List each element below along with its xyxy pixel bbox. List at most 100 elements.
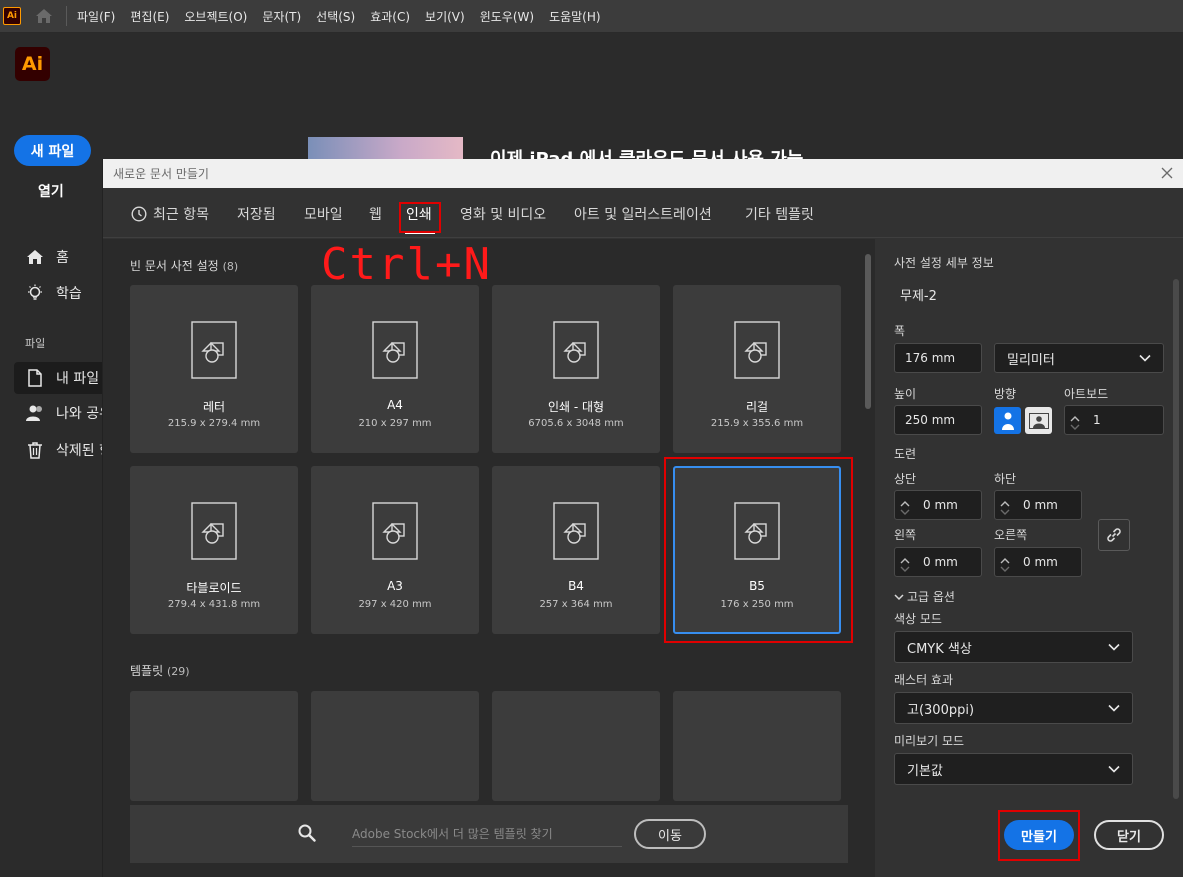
preset-card-a4[interactable]: A4 210 x 297 mm [311, 285, 479, 453]
document-icon [734, 321, 780, 379]
portrait-orientation-icon[interactable] [994, 407, 1021, 434]
chevron-down-icon[interactable] [1000, 505, 1010, 515]
menu-window[interactable]: 윈도우(W) [480, 8, 534, 25]
sidebar-item-learn[interactable]: 학습 [25, 283, 82, 303]
users-icon [25, 403, 45, 423]
menu-file[interactable]: 파일(F) [77, 8, 115, 25]
stock-search-input[interactable] [352, 821, 622, 847]
illustrator-mini-logo-icon[interactable]: Ai [3, 7, 21, 25]
close-icon[interactable] [1158, 164, 1176, 182]
home-icon[interactable] [34, 6, 54, 26]
color-mode-label: 색상 모드 [894, 612, 942, 626]
chevron-down-icon[interactable] [1070, 420, 1080, 430]
preset-name: A4 [387, 398, 403, 412]
create-button-highlight [998, 810, 1080, 861]
artboards-value: 1 [1093, 413, 1101, 427]
landscape-orientation-icon[interactable] [1025, 407, 1052, 434]
preview-mode-value: 기본값 [907, 763, 943, 779]
chevron-down-icon [1139, 354, 1151, 362]
preset-card-b4[interactable]: B4 257 x 364 mm [492, 466, 660, 634]
preset-name: 인쇄 - 대형 [547, 400, 605, 414]
height-field[interactable]: 250 mm [894, 405, 982, 435]
bleed-top-stepper[interactable]: 0 mm [894, 490, 982, 520]
sidebar-item-my-files[interactable]: 내 파일 [25, 368, 99, 388]
preset-size: 210 x 297 mm [358, 418, 432, 429]
preset-size: 279.4 x 431.8 mm [167, 599, 261, 610]
width-field[interactable]: 176 mm [894, 343, 982, 373]
tab-web[interactable]: 웹 [369, 204, 382, 224]
template-card[interactable] [130, 691, 298, 801]
details-scrollbar[interactable] [1173, 279, 1179, 799]
color-mode-select[interactable]: CMYK 색상 [894, 631, 1133, 663]
chevron-up-icon[interactable] [900, 497, 910, 507]
chevron-up-icon[interactable] [1000, 554, 1010, 564]
raster-effects-select[interactable]: 고(300ppi) [894, 692, 1133, 724]
menu-type[interactable]: 문자(T) [262, 8, 301, 25]
advanced-options-label: 고급 옵션 [907, 590, 955, 604]
artboards-stepper[interactable]: 1 [1064, 405, 1164, 435]
search-icon [298, 824, 318, 844]
preset-card-tabloid[interactable]: 타블로이드 279.4 x 431.8 mm [130, 466, 298, 634]
sidebar-item-home[interactable]: 홈 [25, 247, 69, 267]
menu-edit[interactable]: 편집(E) [130, 8, 169, 25]
chevron-down-icon[interactable] [900, 562, 910, 572]
template-card[interactable] [673, 691, 841, 801]
presets-scrollbar-thumb[interactable] [865, 254, 871, 409]
tab-other-templates[interactable]: 기타 템플릿 [745, 204, 814, 224]
go-button[interactable]: 이동 [634, 819, 706, 849]
sidebar-item-deleted[interactable]: 삭제된 항 [25, 440, 112, 460]
bleed-right-stepper[interactable]: 0 mm [994, 547, 1082, 577]
chevron-down-icon [894, 593, 904, 600]
category-tabs: 최근 항목 저장됨 모바일 웹 인쇄 영화 및 비디오 아트 및 일러스트레이션… [103, 188, 1183, 238]
preset-card-letter[interactable]: 레터 215.9 x 279.4 mm [130, 285, 298, 453]
preset-card-legal[interactable]: 리걸 215.9 x 355.6 mm [673, 285, 841, 453]
templates-heading: 템플릿 (29) [130, 664, 190, 678]
menu-view[interactable]: 보기(V) [425, 8, 465, 25]
bleed-right-value: 0 mm [1023, 555, 1058, 569]
clock-icon [131, 206, 147, 222]
close-button[interactable]: 닫기 [1094, 820, 1164, 850]
presets-heading: 빈 문서 사전 설정 (8) [130, 259, 239, 273]
chevron-up-icon[interactable] [1000, 497, 1010, 507]
chevron-down-icon[interactable] [900, 505, 910, 515]
preset-card-a3[interactable]: A3 297 x 420 mm [311, 466, 479, 634]
advanced-options-toggle[interactable]: 고급 옵션 [894, 588, 955, 605]
bleed-right-label: 오른쪽 [994, 528, 1028, 542]
presets-area: 빈 문서 사전 설정 (8) Ctrl+N 레터 215.9 x 279.4 m… [103, 239, 875, 877]
new-file-button[interactable]: 새 파일 [14, 135, 91, 166]
menu-effect[interactable]: 효과(C) [370, 8, 410, 25]
tab-saved[interactable]: 저장됨 [237, 204, 276, 224]
bleed-left-stepper[interactable]: 0 mm [894, 547, 982, 577]
chevron-down-icon[interactable] [1000, 562, 1010, 572]
print-tab-highlight [399, 202, 441, 233]
menu-select[interactable]: 선택(S) [316, 8, 355, 25]
new-document-dialog: 새로운 문서 만들기 최근 항목 저장됨 모바일 웹 인쇄 영화 및 비디오 아… [102, 159, 1183, 877]
orientation-label: 방향 [994, 387, 1017, 401]
template-card[interactable] [311, 691, 479, 801]
bleed-top-label: 상단 [894, 472, 917, 486]
bleed-label: 도련 [894, 447, 917, 461]
document-icon [372, 321, 418, 379]
home-icon [25, 247, 45, 267]
preset-size: 215.9 x 279.4 mm [167, 418, 261, 429]
open-button[interactable]: 열기 [38, 181, 64, 201]
document-name-field[interactable]: 무제-2 [894, 282, 1164, 306]
chevron-up-icon[interactable] [900, 554, 910, 564]
tab-film-video[interactable]: 영화 및 비디오 [460, 204, 546, 224]
menu-object[interactable]: 오브젝트(O) [184, 8, 247, 25]
preset-card-print-large[interactable]: 인쇄 - 대형 6705.6 x 3048 mm [492, 285, 660, 453]
unit-select[interactable]: 밀리미터 [994, 343, 1164, 373]
tab-mobile[interactable]: 모바일 [304, 204, 343, 224]
dialog-titlebar: 새로운 문서 만들기 [103, 159, 1183, 188]
height-label: 높이 [894, 387, 917, 401]
chevron-up-icon[interactable] [1070, 412, 1080, 422]
link-bleed-icon[interactable] [1098, 519, 1130, 551]
bleed-bottom-stepper[interactable]: 0 mm [994, 490, 1082, 520]
tab-art-illustration[interactable]: 아트 및 일러스트레이션 [574, 204, 712, 224]
preview-mode-select[interactable]: 기본값 [894, 753, 1133, 785]
template-card[interactable] [492, 691, 660, 801]
menu-help[interactable]: 도움말(H) [549, 8, 601, 25]
document-icon [553, 502, 599, 560]
tab-recent[interactable]: 최근 항목 [131, 204, 209, 224]
sidebar-item-shared[interactable]: 나와 공유 [25, 403, 112, 423]
